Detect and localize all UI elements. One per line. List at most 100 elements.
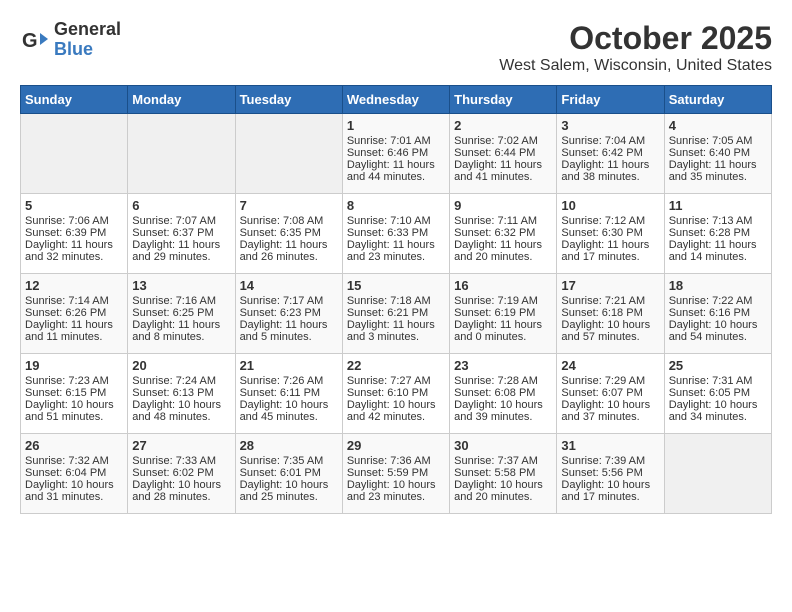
calendar-cell: 5Sunrise: 7:06 AMSunset: 6:39 PMDaylight… — [21, 194, 128, 274]
calendar-cell — [128, 114, 235, 194]
day-info: Sunrise: 7:10 AM — [347, 215, 445, 227]
title-block: October 2025 West Salem, Wisconsin, Unit… — [499, 20, 772, 75]
calendar-cell — [235, 114, 342, 194]
calendar-cell: 11 Sunrise: 7:13 AMSunset: 6:28 PMDayligh… — [664, 194, 771, 274]
calendar-cell: 4Sunrise: 7:05 AMSunset: 6:40 PMDaylight… — [664, 114, 771, 194]
calendar-week-row: 12Sunrise: 7:14 AMSunset: 6:26 PMDayligh… — [21, 274, 772, 354]
day-info: Sunset: 6:13 PM — [132, 387, 230, 399]
day-info: Sunset: 6:02 PM — [132, 467, 230, 479]
day-number: 29 — [347, 438, 445, 453]
calendar-cell: 20Sunrise: 7:24 AMSunset: 6:13 PMDayligh… — [128, 354, 235, 434]
day-number: 24 — [561, 358, 659, 373]
day-info: Daylight: 10 hours and 37 minutes. — [561, 399, 659, 423]
day-number: 23 — [454, 358, 552, 373]
day-info: Sunrise: 7:04 AM — [561, 135, 659, 147]
day-number: 28 — [240, 438, 338, 453]
day-info: Sunset: 5:59 PM — [347, 467, 445, 479]
calendar-cell: 13Sunrise: 7:16 AMSunset: 6:25 PMDayligh… — [128, 274, 235, 354]
day-number: 27 — [132, 438, 230, 453]
day-info: Daylight: 10 hours and 23 minutes. — [347, 479, 445, 503]
day-info: Sunrise: 7:13 AM — [669, 215, 767, 227]
calendar-header-row: SundayMondayTuesdayWednesdayThursdayFrid… — [21, 86, 772, 114]
day-info: Sunset: 6:35 PM — [240, 227, 338, 239]
calendar-cell: 23Sunrise: 7:28 AMSunset: 6:08 PMDayligh… — [450, 354, 557, 434]
calendar-cell: 25Sunrise: 7:31 AMSunset: 6:05 PMDayligh… — [664, 354, 771, 434]
day-info: Sunset: 6:10 PM — [347, 387, 445, 399]
day-info: Sunset: 6:37 PM — [132, 227, 230, 239]
day-info: Sunset: 6:18 PM — [561, 307, 659, 319]
day-number: 16 — [454, 278, 552, 293]
day-number: 18 — [669, 278, 767, 293]
day-number: 31 — [561, 438, 659, 453]
day-info: Sunset: 6:15 PM — [25, 387, 123, 399]
day-info: Daylight: 10 hours and 45 minutes. — [240, 399, 338, 423]
calendar-cell: 31Sunrise: 7:39 AMSunset: 5:56 PMDayligh… — [557, 434, 664, 514]
calendar-cell: 18Sunrise: 7:22 AMSunset: 6:16 PMDayligh… — [664, 274, 771, 354]
logo: G General Blue — [20, 20, 121, 60]
day-number: 7 — [240, 198, 338, 213]
day-info: Sunset: 6:07 PM — [561, 387, 659, 399]
day-info: Daylight: 10 hours and 57 minutes. — [561, 319, 659, 343]
day-info: Daylight: 10 hours and 34 minutes. — [669, 399, 767, 423]
day-info: Daylight: 11 hours and 26 minutes. — [240, 239, 338, 263]
day-info: Sunrise: 7:23 AM — [25, 375, 123, 387]
day-info: Daylight: 10 hours and 42 minutes. — [347, 399, 445, 423]
day-info: Daylight: 10 hours and 48 minutes. — [132, 399, 230, 423]
day-info: Daylight: 10 hours and 17 minutes. — [561, 479, 659, 503]
day-number: 2 — [454, 118, 552, 133]
day-number: 20 — [132, 358, 230, 373]
day-info: Daylight: 11 hours and 14 minutes. — [669, 239, 767, 263]
column-header-wednesday: Wednesday — [342, 86, 449, 114]
day-number: 30 — [454, 438, 552, 453]
day-info: Sunrise: 7:19 AM — [454, 295, 552, 307]
calendar-cell: 14Sunrise: 7:17 AMSunset: 6:23 PMDayligh… — [235, 274, 342, 354]
logo-text: General Blue — [54, 20, 121, 60]
day-info: Daylight: 11 hours and 32 minutes. — [25, 239, 123, 263]
day-info: Sunset: 6:30 PM — [561, 227, 659, 239]
calendar-cell: 26Sunrise: 7:32 AMSunset: 6:04 PMDayligh… — [21, 434, 128, 514]
calendar-cell: 27Sunrise: 7:33 AMSunset: 6:02 PMDayligh… — [128, 434, 235, 514]
day-info: Sunrise: 7:14 AM — [25, 295, 123, 307]
day-number: 4 — [669, 118, 767, 133]
day-info: Sunset: 6:11 PM — [240, 387, 338, 399]
day-info: Sunrise: 7:29 AM — [561, 375, 659, 387]
day-info: Daylight: 10 hours and 28 minutes. — [132, 479, 230, 503]
calendar-cell: 22Sunrise: 7:27 AMSunset: 6:10 PMDayligh… — [342, 354, 449, 434]
day-info: Sunset: 6:05 PM — [669, 387, 767, 399]
column-header-saturday: Saturday — [664, 86, 771, 114]
calendar-cell — [21, 114, 128, 194]
day-number: 1 — [347, 118, 445, 133]
calendar-week-row: 19Sunrise: 7:23 AMSunset: 6:15 PMDayligh… — [21, 354, 772, 434]
calendar-week-row: 5Sunrise: 7:06 AMSunset: 6:39 PMDaylight… — [21, 194, 772, 274]
column-header-monday: Monday — [128, 86, 235, 114]
day-info: Sunrise: 7:28 AM — [454, 375, 552, 387]
calendar-cell: 10Sunrise: 7:12 AMSunset: 6:30 PMDayligh… — [557, 194, 664, 274]
day-info: Sunrise: 7:12 AM — [561, 215, 659, 227]
day-info: Daylight: 11 hours and 0 minutes. — [454, 319, 552, 343]
page-subtitle: West Salem, Wisconsin, United States — [499, 57, 772, 75]
day-number: 11 — [669, 198, 767, 213]
day-number: 8 — [347, 198, 445, 213]
day-number: 5 — [25, 198, 123, 213]
day-info: Sunset: 5:56 PM — [561, 467, 659, 479]
logo-icon: G — [20, 25, 50, 55]
day-number: 21 — [240, 358, 338, 373]
column-header-friday: Friday — [557, 86, 664, 114]
day-number: 13 — [132, 278, 230, 293]
day-info: Daylight: 11 hours and 5 minutes. — [240, 319, 338, 343]
calendar-week-row: 1Sunrise: 7:01 AMSunset: 6:46 PMDaylight… — [21, 114, 772, 194]
day-info: Sunrise: 7:16 AM — [132, 295, 230, 307]
day-number: 9 — [454, 198, 552, 213]
day-info: Sunset: 6:26 PM — [25, 307, 123, 319]
day-info: Daylight: 11 hours and 20 minutes. — [454, 239, 552, 263]
day-info: Daylight: 11 hours and 17 minutes. — [561, 239, 659, 263]
day-info: Daylight: 10 hours and 31 minutes. — [25, 479, 123, 503]
day-info: Sunset: 6:44 PM — [454, 147, 552, 159]
calendar-cell: 16Sunrise: 7:19 AMSunset: 6:19 PMDayligh… — [450, 274, 557, 354]
calendar-cell: 9Sunrise: 7:11 AMSunset: 6:32 PMDaylight… — [450, 194, 557, 274]
calendar-cell: 19Sunrise: 7:23 AMSunset: 6:15 PMDayligh… — [21, 354, 128, 434]
calendar-cell: 7 Sunrise: 7:08 AMSunset: 6:35 PMDaylight… — [235, 194, 342, 274]
day-info: Sunrise: 7:08 AM — [240, 215, 338, 227]
day-number: 3 — [561, 118, 659, 133]
day-info: Sunset: 6:28 PM — [669, 227, 767, 239]
